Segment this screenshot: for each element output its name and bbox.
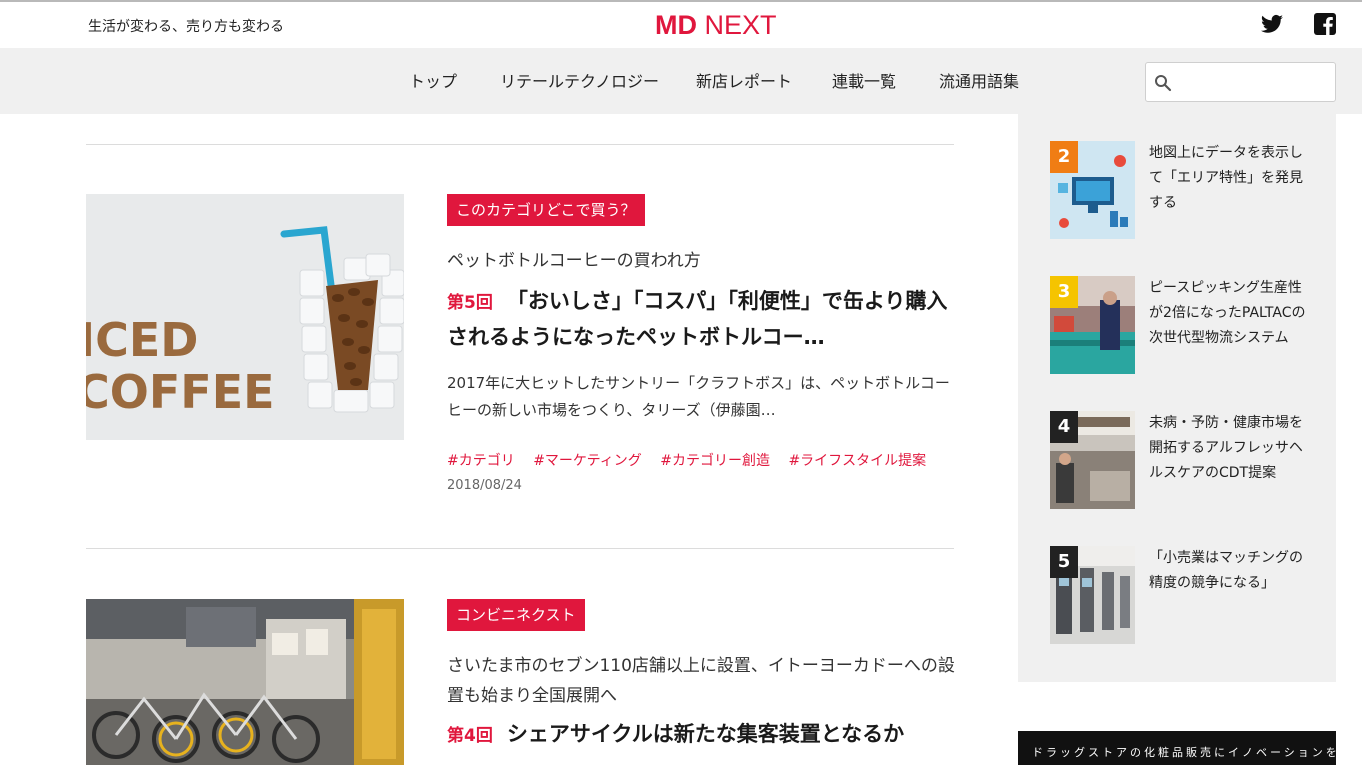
- tag-link[interactable]: #マーケティング: [533, 453, 642, 469]
- tag-link[interactable]: #カテゴリー創造: [660, 453, 770, 469]
- article-tags: #カテゴリ #マーケティング #カテゴリー創造 #ライフスタイル提案: [447, 450, 940, 470]
- rank-number: 2: [1050, 141, 1078, 173]
- search-input[interactable]: [1176, 69, 1326, 95]
- image-text-coffee: COFFEE: [86, 365, 275, 419]
- category-badge[interactable]: コンビニネクスト: [447, 599, 585, 631]
- article-date: 2018/08/24: [447, 478, 522, 493]
- divider: [86, 548, 954, 549]
- category-badge[interactable]: このカテゴリどこで買う？: [447, 194, 645, 226]
- ranking-item[interactable]: 2 地図上にデータを表示して「エリア特性」を発見する: [1050, 141, 1320, 241]
- ranking-title[interactable]: ピースピッキング生産性が2倍になったPALTACの次世代型物流システム: [1149, 276, 1314, 351]
- rank-number: 4: [1050, 411, 1078, 443]
- article-headline[interactable]: 第4回 シェアサイクルは新たな集客装置となるか: [447, 717, 967, 753]
- episode-label: 第4回: [447, 726, 493, 746]
- article-title: シェアサイクルは新たな集客装置となるか: [506, 722, 905, 746]
- episode-label: 第5回: [447, 293, 493, 313]
- nav-top[interactable]: トップ: [409, 68, 457, 92]
- image-text-iced: ICED: [86, 313, 198, 367]
- article-card[interactable]: ICED COFFEE このカテゴリどこで買う？ ペットボトルコーヒーの買われ方…: [86, 194, 954, 504]
- ranking-title[interactable]: 未病・予防・健康市場を開拓するアルフレッサヘルスケアのCDT提案: [1149, 411, 1314, 486]
- twitter-icon[interactable]: [1260, 12, 1284, 36]
- ranking-item[interactable]: 5 「小売業はマッチングの精度の競争になる」: [1050, 546, 1320, 646]
- article-title: 「おいしさ」「コスパ」「利便性」で缶より購入されるようになったペットボトルコー…: [447, 289, 948, 349]
- main-nav: トップ リテールテクノロジー 新店レポート 連載一覧 流通用語集: [0, 48, 1362, 114]
- facebook-icon[interactable]: [1313, 12, 1337, 36]
- article-headline[interactable]: 第5回 「おいしさ」「コスパ」「利便性」で缶より購入されるようになったペットボトル…: [447, 284, 967, 354]
- article-card[interactable]: コンビニネクスト さいたま市のセブン110店舗以上に設置、イトーヨーカドーへの設…: [86, 599, 955, 765]
- search-icon: [1155, 75, 1172, 92]
- logo-md: MD: [655, 10, 697, 40]
- top-header: 生活が変わる、売り方も変わる MD NEXT: [0, 0, 1362, 48]
- ranking-title[interactable]: 地図上にデータを表示して「エリア特性」を発見する: [1149, 141, 1314, 216]
- search-box[interactable]: [1145, 62, 1336, 102]
- article-subtitle: さいたま市のセブン110店舗以上に設置、イトーヨーカドーへの設置も始まり全国展開…: [447, 656, 955, 706]
- article-thumbnail-coffee[interactable]: ICED COFFEE: [86, 194, 404, 440]
- ranking-sidebar: 2 地図上にデータを表示して「エリア特性」を発見する 3 ピースピッキング生産性…: [1018, 114, 1336, 682]
- site-logo[interactable]: MD NEXT: [655, 10, 777, 41]
- ranking-title[interactable]: 「小売業はマッチングの精度の競争になる」: [1149, 546, 1314, 596]
- ranking-item[interactable]: 4 未病・予防・健康市場を開拓するアルフレッサヘルスケアのCDT提案: [1050, 411, 1320, 511]
- divider: [86, 144, 954, 145]
- ad-banner[interactable]: ドラッグストアの化粧品販売にイノベーションを: [1018, 731, 1336, 765]
- nav-new-store-report[interactable]: 新店レポート: [696, 68, 792, 92]
- article-thumbnail-bicycles[interactable]: [86, 599, 404, 765]
- tag-link[interactable]: #カテゴリ: [447, 453, 515, 469]
- nav-series-list[interactable]: 連載一覧: [832, 68, 896, 92]
- nav-retail-technology[interactable]: リテールテクノロジー: [500, 68, 659, 92]
- site-tagline: 生活が変わる、売り方も変わる: [88, 19, 284, 35]
- article-excerpt: 2017年に大ヒットしたサントリー「クラフトボス」は、ペットボトルコーヒーの新し…: [447, 374, 950, 419]
- ranking-item[interactable]: 3 ピースピッキング生産性が2倍になったPALTACの次世代型物流システム: [1050, 276, 1320, 376]
- rank-number: 5: [1050, 546, 1078, 578]
- logo-next: NEXT: [697, 10, 777, 40]
- article-subtitle: ペットボトルコーヒーの買われ方: [447, 251, 701, 271]
- tag-link[interactable]: #ライフスタイル提案: [788, 453, 926, 469]
- rank-number: 3: [1050, 276, 1078, 308]
- shared-bicycles-image: [86, 599, 404, 765]
- nav-glossary[interactable]: 流通用語集: [939, 68, 1019, 92]
- iced-coffee-image: ICED COFFEE: [86, 194, 404, 440]
